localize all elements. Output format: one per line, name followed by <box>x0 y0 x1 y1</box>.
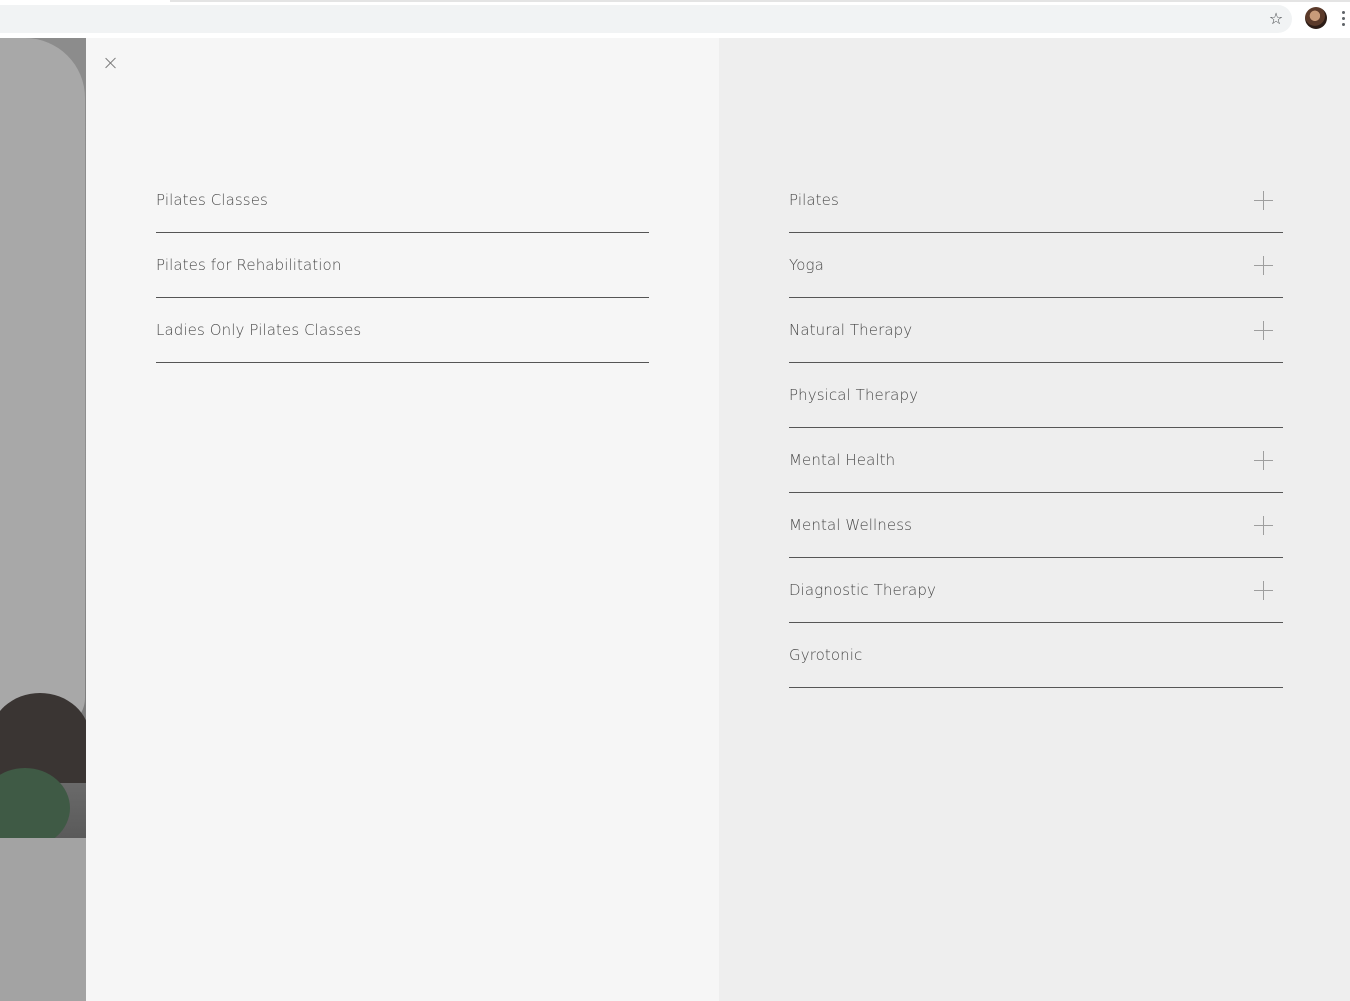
menu-item-yoga[interactable]: Yoga <box>789 233 1283 298</box>
menu-item-label: Mental Health <box>789 450 896 469</box>
kebab-icon[interactable] <box>1342 11 1348 29</box>
background-page-section <box>0 838 86 1001</box>
menu-item-pilates-classes[interactable]: Pilates Classes <box>156 168 649 233</box>
menu-item-ladies-only-pilates-classes[interactable]: Ladies Only Pilates Classes <box>156 298 649 363</box>
menu-item-natural-therapy[interactable]: Natural Therapy <box>789 298 1283 363</box>
menu-item-mental-health[interactable]: Mental Health <box>789 428 1283 493</box>
menu-item-pilates[interactable]: Pilates <box>789 168 1283 233</box>
browser-tab-edge <box>170 0 1350 2</box>
plus-icon[interactable] <box>1254 451 1273 470</box>
star-icon[interactable]: ☆ <box>1266 9 1286 29</box>
address-bar[interactable] <box>0 5 1292 33</box>
menu-item-label: Yoga <box>789 255 824 274</box>
menu-item-label: Natural Therapy <box>789 320 913 339</box>
menu-item-label: Gyrotonic <box>789 645 863 664</box>
plus-icon[interactable] <box>1254 321 1273 340</box>
plus-icon[interactable] <box>1254 516 1273 535</box>
right-menu-list: Pilates Yoga Natural Therapy Physical Thera… <box>789 168 1283 688</box>
menu-item-label: Diagnostic Therapy <box>789 580 936 599</box>
background-figure <box>0 38 85 728</box>
menu-item-label: Ladies Only Pilates Classes <box>156 320 362 339</box>
menu-item-pilates-for-rehabilitation[interactable]: Pilates for Rehabilitation <box>156 233 649 298</box>
plus-icon[interactable] <box>1254 256 1273 275</box>
avatar[interactable] <box>1305 7 1327 29</box>
plus-icon[interactable] <box>1254 581 1273 600</box>
background-hero-image <box>0 38 86 838</box>
menu-item-label: Pilates <box>789 190 839 209</box>
menu-item-label: Physical Therapy <box>789 385 919 404</box>
left-menu-list: Pilates Classes Pilates for Rehabilitatio… <box>156 168 649 363</box>
menu-item-physical-therapy[interactable]: Physical Therapy <box>789 363 1283 428</box>
browser-toolbar: ☆ <box>0 0 1350 38</box>
menu-item-diagnostic-therapy[interactable]: Diagnostic Therapy <box>789 558 1283 623</box>
menu-item-label: Pilates for Rehabilitation <box>156 255 342 274</box>
menu-item-gyrotonic[interactable]: Gyrotonic <box>789 623 1283 688</box>
menu-item-mental-wellness[interactable]: Mental Wellness <box>789 493 1283 558</box>
menu-item-label: Pilates Classes <box>156 190 268 209</box>
menu-item-label: Mental Wellness <box>789 515 913 534</box>
plus-icon[interactable] <box>1254 191 1273 210</box>
close-icon[interactable] <box>102 54 120 72</box>
